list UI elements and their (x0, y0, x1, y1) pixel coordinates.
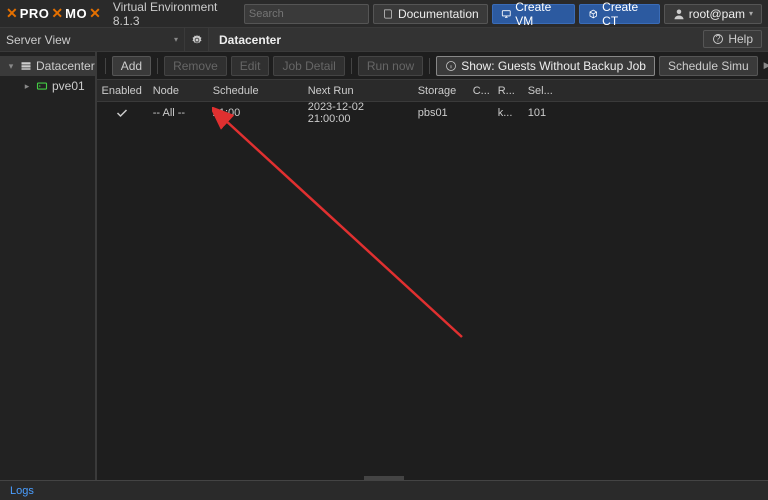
col-schedule[interactable]: Schedule (207, 85, 302, 97)
documentation-button[interactable]: Documentation (373, 4, 488, 24)
col-enabled[interactable]: Enabled (97, 85, 147, 97)
create-ct-button[interactable]: Create CT (579, 4, 660, 24)
logo-text-a: PRO (20, 6, 50, 21)
check-icon (116, 108, 128, 118)
col-selection[interactable]: Sel... (522, 85, 552, 97)
table-row[interactable]: -- All -- 21:00 2023-12-02 21:00:00 pbs0… (97, 102, 768, 124)
edit-button[interactable]: Edit (231, 56, 270, 76)
logo: ✕ PRO ✕ MO ✕ (6, 5, 101, 22)
cell-retention: k... (492, 107, 522, 119)
help-icon: ? (712, 33, 724, 45)
breadcrumb: Datacenter (209, 28, 697, 51)
logo-x-icon: ✕ (89, 5, 101, 22)
cube-icon (588, 8, 599, 20)
run-now-button[interactable]: Run now (358, 56, 423, 76)
content-pane: Add Remove Edit Job Detail Run now Show:… (97, 52, 768, 480)
col-storage[interactable]: Storage (412, 85, 467, 97)
cell-selection: 101 (522, 107, 552, 119)
show-missing-backup-button[interactable]: Show: Guests Without Backup Job (436, 56, 655, 76)
chevron-down-icon: ▾ (174, 35, 178, 44)
help-button[interactable]: ? Help (703, 30, 762, 48)
cell-enabled (97, 108, 147, 118)
backup-toolbar: Add Remove Edit Job Detail Run now Show:… (97, 52, 768, 80)
tree-datacenter[interactable]: ▾ Datacenter (0, 56, 95, 76)
remove-button[interactable]: Remove (164, 56, 227, 76)
annotation-arrow-icon (212, 107, 472, 347)
datacenter-icon (20, 60, 32, 72)
search-input[interactable] (249, 8, 364, 20)
logo-text-b: MO (65, 6, 87, 21)
log-panel[interactable]: Logs (0, 480, 768, 500)
col-retention[interactable]: R... (492, 85, 522, 97)
cell-node: -- All -- (147, 107, 207, 119)
cell-storage: pbs01 (412, 107, 467, 119)
tree-node-pve01[interactable]: ▸ pve01 (0, 76, 95, 96)
chevron-down-icon: ▾ (749, 9, 753, 18)
server-icon (36, 80, 48, 92)
info-icon (445, 60, 457, 72)
col-node[interactable]: Node (147, 85, 207, 97)
book-icon (382, 8, 394, 20)
resource-tree: ▾ Datacenter ▸ pve01 (0, 52, 96, 480)
create-vm-button[interactable]: Create VM (492, 4, 575, 24)
view-bar: Server View ▾ Datacenter ? Help (0, 28, 768, 52)
tree-settings-button[interactable] (185, 28, 209, 51)
cell-schedule: 21:00 (207, 107, 302, 119)
table-header: Enabled Node Schedule Next Run Storage C… (97, 80, 768, 102)
collapse-icon[interactable]: ▾ (6, 61, 16, 72)
monitor-icon (501, 8, 512, 20)
expand-icon[interactable]: ▸ (22, 81, 32, 92)
col-comment[interactable]: C... (467, 85, 492, 97)
job-detail-button[interactable]: Job Detail (273, 56, 344, 76)
scroll-right-icon[interactable]: ▶ (764, 60, 768, 71)
schedule-simulator-button[interactable]: Schedule Simu (659, 56, 758, 76)
global-search[interactable] (244, 4, 369, 24)
env-version: Virtual Environment 8.1.3 (113, 0, 232, 28)
view-mode-select[interactable]: Server View ▾ (0, 28, 185, 51)
logs-link[interactable]: Logs (10, 485, 34, 497)
user-icon (673, 8, 685, 20)
logo-x-icon: ✕ (6, 5, 18, 22)
top-bar: ✕ PRO ✕ MO ✕ Virtual Environment 8.1.3 D… (0, 0, 768, 28)
cell-nextrun: 2023-12-02 21:00:00 (302, 101, 412, 125)
add-button[interactable]: Add (112, 56, 151, 76)
col-nextrun[interactable]: Next Run (302, 85, 412, 97)
svg-text:?: ? (716, 33, 721, 43)
gear-icon (191, 34, 203, 46)
user-menu[interactable]: root@pam ▾ (664, 4, 762, 24)
logo-x-icon: ✕ (51, 5, 63, 22)
